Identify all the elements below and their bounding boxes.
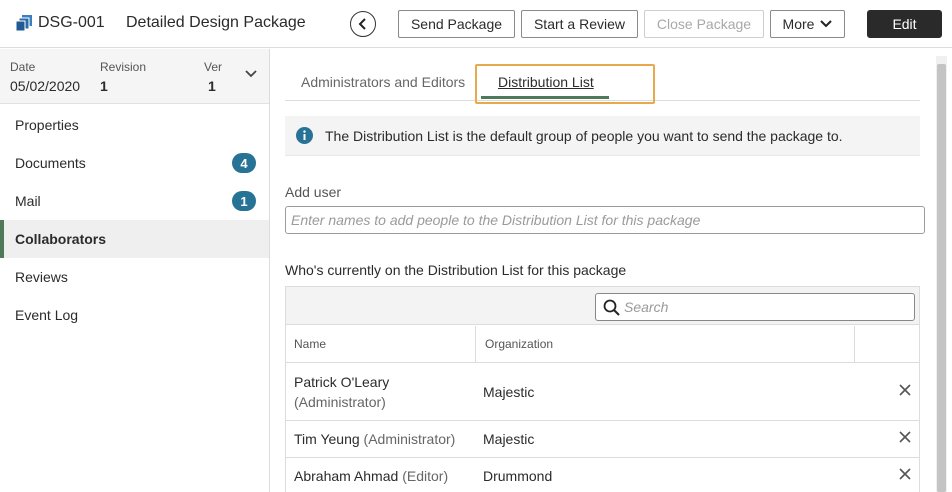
distribution-table: Name Organization Patrick O'Leary (Admin… — [285, 286, 920, 492]
column-divider — [854, 326, 855, 363]
close-icon[interactable] — [898, 430, 912, 444]
member-name: Tim Yeung — [294, 431, 360, 447]
scrollbar-thumb[interactable] — [937, 64, 946, 492]
start-review-button[interactable]: Start a Review — [521, 10, 638, 38]
close-package-button[interactable]: Close Package — [644, 10, 764, 38]
sidebar-item-label: Properties — [15, 117, 79, 133]
sidebar-item-documents[interactable]: Documents 4 — [0, 144, 269, 182]
version-label: Ver — [204, 60, 223, 74]
sidebar-item-collaborators[interactable]: Collaborators — [0, 220, 269, 258]
sidebar: Date 05/02/2020 Revision 1 Ver 1 Propert… — [0, 49, 270, 492]
close-icon[interactable] — [898, 383, 912, 397]
sidebar-item-label: Mail — [15, 193, 41, 209]
sidebar-item-reviews[interactable]: Reviews — [0, 258, 269, 296]
member-organization: Majestic — [483, 384, 535, 400]
member-role: (Administrator) — [294, 394, 386, 410]
sidebar-item-mail[interactable]: Mail 1 — [0, 182, 269, 220]
column-header-name[interactable]: Name — [294, 337, 326, 351]
member-name: Abraham Ahmad — [294, 468, 399, 484]
active-tab-indicator — [481, 96, 609, 99]
count-badge: 4 — [232, 153, 256, 173]
count-badge: 1 — [232, 191, 256, 211]
table-row: Tim Yeung (Administrator) Majestic — [286, 421, 919, 458]
date-value: 05/02/2020 — [10, 78, 81, 94]
member-name: Patrick O'Leary — [294, 374, 390, 390]
back-button[interactable] — [350, 11, 376, 37]
table-toolbar — [286, 287, 919, 325]
member-organization: Majestic — [483, 431, 535, 447]
more-button-label: More — [782, 16, 815, 32]
package-id: DSG-001 — [38, 14, 105, 31]
search-input[interactable] — [624, 297, 909, 317]
chevron-down-icon[interactable] — [244, 69, 258, 79]
table-row: Abraham Ahmad (Editor) Drummond — [286, 458, 919, 492]
add-user-input[interactable] — [285, 206, 925, 234]
column-header-organization[interactable]: Organization — [485, 337, 553, 351]
sidebar-item-event-log[interactable]: Event Log — [0, 296, 269, 334]
vertical-scrollbar[interactable] — [936, 56, 947, 492]
edit-button[interactable]: Edit — [867, 10, 942, 38]
date-label: Date — [10, 60, 36, 74]
distribution-list-label: Who's currently on the Distribution List… — [285, 262, 627, 278]
member-role-text: Editor — [406, 468, 444, 484]
member-name-cell: Tim Yeung (Administrator) — [294, 429, 455, 449]
chevron-left-icon — [358, 18, 366, 30]
tab-administrators-editors[interactable]: Administrators and Editors — [301, 74, 465, 90]
more-button[interactable]: More — [770, 10, 845, 38]
table-header-row: Name Organization — [286, 326, 919, 363]
member-role-text: Administrator — [368, 431, 451, 447]
version-value: 1 — [208, 78, 216, 94]
tab-distribution-list[interactable]: Distribution List — [498, 74, 594, 90]
close-icon[interactable] — [898, 467, 912, 481]
tab-bar: Administrators and Editors Distribution … — [285, 49, 920, 104]
info-text: The Distribution List is the default gro… — [325, 128, 843, 144]
info-icon — [296, 127, 313, 144]
search-icon — [603, 299, 620, 316]
search-box[interactable] — [595, 293, 915, 321]
package-title: Detailed Design Package — [126, 14, 306, 31]
member-name-cell: Abraham Ahmad (Editor) — [294, 466, 448, 486]
sidebar-item-label: Documents — [15, 155, 86, 171]
table-row: Patrick O'Leary (Administrator) Majestic — [286, 364, 919, 421]
member-role: (Editor) — [402, 468, 449, 484]
send-package-button[interactable]: Send Package — [398, 10, 515, 38]
sidebar-item-label: Collaborators — [15, 231, 107, 247]
sidebar-item-label: Reviews — [15, 269, 68, 285]
member-role: (Administrator) — [363, 431, 456, 447]
column-divider — [475, 326, 476, 363]
sidebar-item-label: Event Log — [15, 307, 79, 323]
revision-value: 1 — [100, 78, 108, 94]
member-organization: Drummond — [483, 468, 553, 484]
add-user-label: Add user — [285, 184, 342, 200]
package-meta[interactable]: Date 05/02/2020 Revision 1 Ver 1 — [0, 49, 269, 104]
sidebar-item-properties[interactable]: Properties — [0, 106, 269, 144]
member-role-text: Administrator — [298, 394, 382, 410]
revision-label: Revision — [100, 60, 147, 74]
info-banner: The Distribution List is the default gro… — [285, 116, 920, 156]
package-icon — [16, 15, 32, 31]
chevron-down-icon — [820, 19, 833, 29]
app-header: DSG-001 Detailed Design Package Send Pac… — [0, 0, 952, 48]
member-name-cell: Patrick O'Leary (Administrator) — [294, 372, 389, 412]
